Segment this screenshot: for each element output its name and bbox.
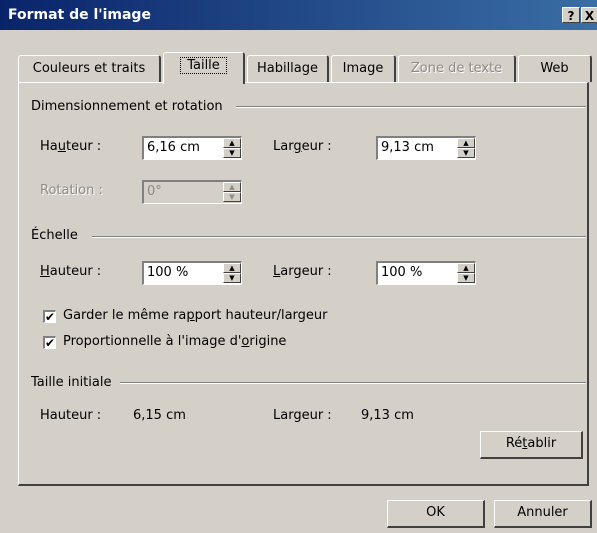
width-down-button[interactable]: ▼ bbox=[457, 148, 475, 158]
window-title: Format de l'image bbox=[8, 7, 151, 23]
original-size-heading: Taille initiale bbox=[31, 375, 112, 390]
scale-width-value[interactable]: 100 % bbox=[381, 265, 422, 280]
original-width-value: 9,13 cm bbox=[361, 408, 414, 423]
tab-layout[interactable]: Habillage bbox=[247, 55, 329, 82]
title-bar: Format de l'image ? X bbox=[0, 0, 597, 30]
scale-height-up-button[interactable]: ▲ bbox=[223, 263, 241, 273]
tab-size[interactable]: Taille bbox=[163, 52, 245, 84]
reset-button[interactable]: Rétablir bbox=[480, 431, 583, 459]
width-value[interactable]: 9,13 cm bbox=[381, 140, 434, 155]
lock-aspect-ratio-checkbox[interactable]: ✔ bbox=[43, 310, 56, 323]
relative-to-original-checkbox[interactable]: ✔ bbox=[43, 336, 56, 349]
height-label: Hauteur : bbox=[40, 139, 102, 154]
scale-width-spinner[interactable]: 100 % ▲ ▼ bbox=[376, 261, 476, 285]
relative-to-original-label[interactable]: Proportionnelle à l'image d'origine bbox=[63, 334, 286, 349]
cancel-button[interactable]: Annuler bbox=[494, 500, 592, 528]
scale-width-down-button[interactable]: ▼ bbox=[457, 273, 475, 283]
lock-aspect-ratio-label[interactable]: Garder le même rapport hauteur/largeur bbox=[63, 308, 327, 323]
scale-height-down-button[interactable]: ▼ bbox=[223, 273, 241, 283]
sizing-section-heading: Dimensionnement et rotation bbox=[31, 99, 223, 114]
original-height-label: Hauteur : bbox=[40, 408, 102, 423]
tab-text-box: Zone de texte bbox=[398, 55, 516, 82]
original-size-divider bbox=[120, 382, 586, 384]
width-label: Largeur : bbox=[273, 139, 332, 154]
scale-width-label: Largeur : bbox=[273, 264, 332, 279]
rotation-up-button: ▲ bbox=[223, 182, 241, 192]
height-spinner[interactable]: 6,16 cm ▲ ▼ bbox=[142, 136, 242, 160]
tab-picture[interactable]: Image bbox=[331, 55, 396, 82]
sizing-section-divider bbox=[236, 106, 586, 108]
scale-height-label: Hauteur : bbox=[40, 264, 102, 279]
original-width-label: Largeur : bbox=[273, 408, 332, 423]
rotation-label: Rotation : bbox=[40, 183, 103, 198]
help-button[interactable]: ? bbox=[562, 7, 580, 23]
tab-web[interactable]: Web bbox=[518, 55, 592, 82]
original-height-value: 6,15 cm bbox=[133, 408, 186, 423]
scale-width-up-button[interactable]: ▲ bbox=[457, 263, 475, 273]
format-picture-dialog: Format de l'image ? X Couleurs et traits… bbox=[0, 0, 597, 533]
rotation-down-button: ▼ bbox=[223, 192, 241, 202]
scale-section-divider bbox=[92, 236, 586, 238]
height-value[interactable]: 6,16 cm bbox=[147, 140, 200, 155]
tab-colors-lines[interactable]: Couleurs et traits bbox=[18, 55, 161, 82]
width-up-button[interactable]: ▲ bbox=[457, 138, 475, 148]
scale-height-value[interactable]: 100 % bbox=[147, 265, 188, 280]
rotation-value: 0° bbox=[147, 184, 162, 199]
height-down-button[interactable]: ▼ bbox=[223, 148, 241, 158]
scale-height-spinner[interactable]: 100 % ▲ ▼ bbox=[142, 261, 242, 285]
ok-button[interactable]: OK bbox=[387, 500, 485, 528]
height-up-button[interactable]: ▲ bbox=[223, 138, 241, 148]
scale-section-heading: Échelle bbox=[31, 228, 78, 243]
close-button[interactable]: X bbox=[581, 7, 597, 23]
rotation-spinner: 0° ▲ ▼ bbox=[142, 180, 242, 204]
width-spinner[interactable]: 9,13 cm ▲ ▼ bbox=[376, 136, 476, 160]
